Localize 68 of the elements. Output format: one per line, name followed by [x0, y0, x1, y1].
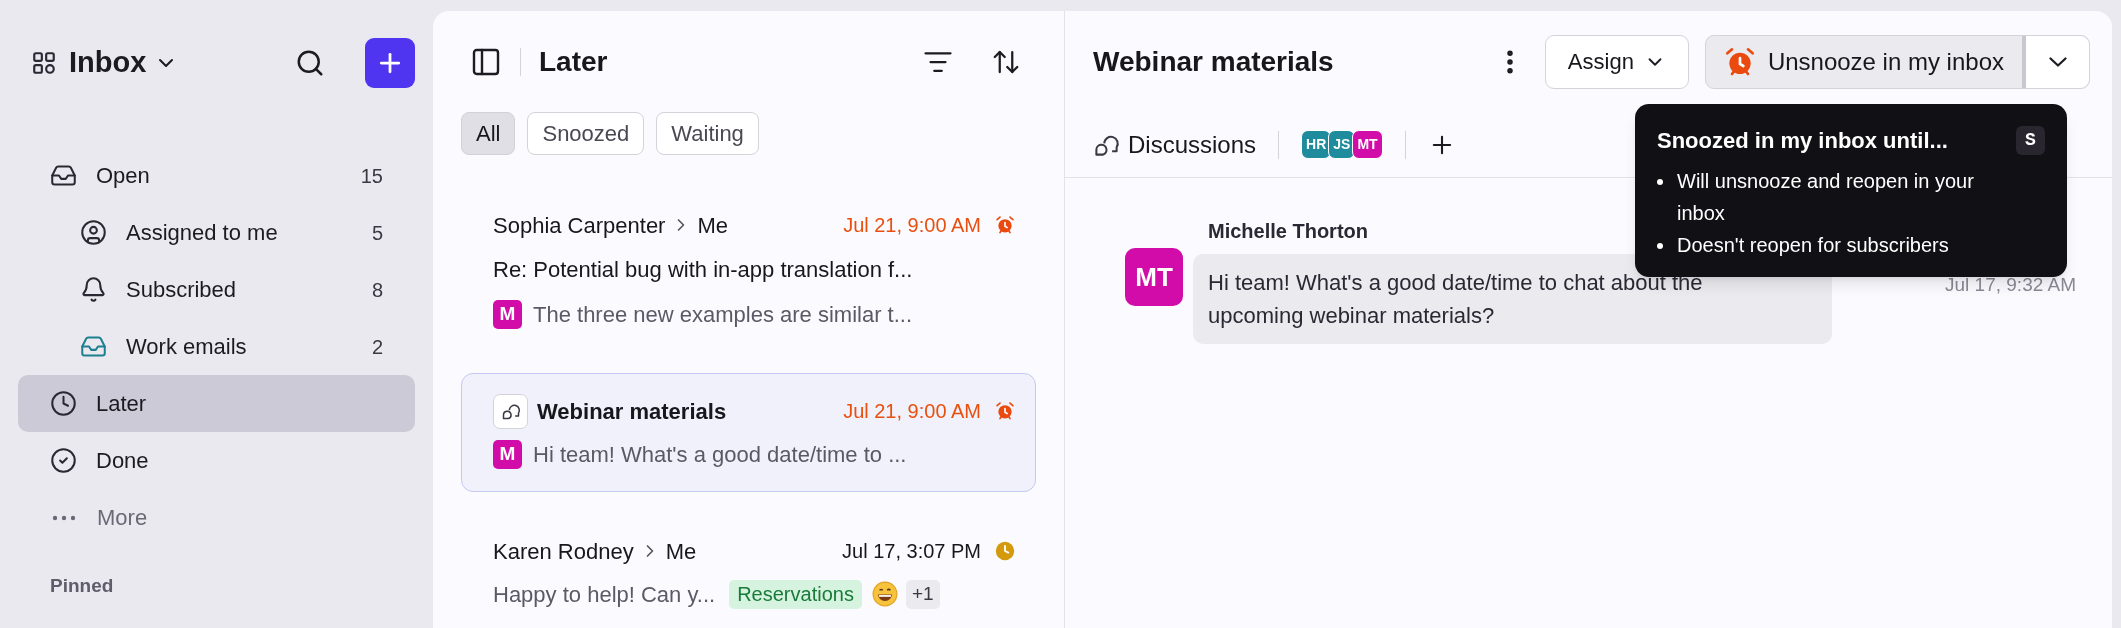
- message-preview: Happy to help! Can y...: [493, 580, 716, 609]
- ellipsis-icon: [52, 514, 76, 521]
- item-count: 8: [371, 277, 383, 303]
- filter-chip[interactable]: Snoozed: [527, 112, 645, 155]
- chevron-down-icon: [2048, 56, 2067, 67]
- inbox-title[interactable]: Inbox: [69, 41, 147, 85]
- section-heading: Pinned: [49, 574, 114, 598]
- check-circle-icon: [50, 447, 77, 474]
- sidebar-item[interactable]: Open 15: [18, 147, 415, 204]
- discussion-icon: [493, 393, 528, 429]
- recipient-name: Me: [665, 537, 697, 566]
- sidebar-item-label: Done: [96, 447, 149, 475]
- conversation-time: Jul 21, 9:00 AM: [843, 399, 981, 424]
- panel-title: Later: [539, 44, 608, 79]
- sidebar-item-label: Subscribed: [126, 276, 237, 304]
- inbox-icon: [80, 333, 107, 360]
- inbox-icon: [50, 162, 77, 189]
- filter-chip[interactable]: All: [461, 112, 516, 155]
- conversation-title: Webinar materials: [537, 397, 727, 426]
- message-preview: Hi team! What's a good date/time to ...: [533, 440, 907, 469]
- participant-avatar[interactable]: HR: [1301, 130, 1332, 159]
- participant-avatar[interactable]: JS: [1328, 130, 1356, 159]
- sidebar-item[interactable]: Work emails 2: [18, 318, 415, 375]
- item-count: 15: [360, 163, 383, 189]
- sidebar-item[interactable]: Later: [18, 375, 415, 432]
- sidebar-item-label: Open: [96, 162, 150, 190]
- sidebar-item-label: Assigned to me: [126, 219, 278, 247]
- message-time: Jul 17, 9:32 AM: [1945, 273, 2076, 297]
- author-avatar: MT: [1125, 248, 1183, 306]
- conversation-item[interactable]: Karen Rodney Me Jul 17, 3:07 PM Happy to help! Can y... Reservations +1: [461, 506, 1036, 628]
- apps-grid-icon: [31, 50, 57, 76]
- sidebar-item[interactable]: Done: [18, 432, 415, 489]
- item-count: 5: [371, 220, 383, 246]
- more-count: +1: [905, 579, 940, 609]
- assign-button[interactable]: Assign: [1544, 34, 1689, 89]
- conversation-subject: Re: Potential bug with in-app translation f...: [493, 256, 914, 284]
- tooltip-text: Will unsnooze and reopen in your inbox: [1677, 169, 1975, 226]
- tooltip-title: Snoozed in my inbox until...: [1657, 127, 1948, 155]
- conversation-item[interactable]: Webinar materials Jul 21, 9:00 AM M Hi team! What's a good date/time to ...: [461, 373, 1036, 492]
- sender-name: Sophia Carpenter: [493, 211, 666, 240]
- sidebar-item[interactable]: Assigned to me 5: [18, 204, 415, 261]
- filter-chip[interactable]: Waiting: [656, 112, 759, 155]
- author-badge: M: [493, 439, 522, 469]
- bell-icon: [80, 276, 107, 303]
- sidebar-item[interactable]: Subscribed 8: [18, 261, 415, 318]
- conversation-title: Webinar materials: [1093, 44, 1334, 79]
- tag: Reservations: [729, 579, 862, 609]
- alarm-clock-icon: [1723, 45, 1756, 78]
- author-name: Michelle Thorton: [1208, 219, 1368, 244]
- search-icon[interactable]: [295, 48, 325, 78]
- author-badge: M: [493, 299, 522, 329]
- item-count: 2: [371, 334, 383, 360]
- compose-button[interactable]: [365, 38, 415, 88]
- participant-avatar[interactable]: MT: [1352, 130, 1383, 159]
- sidebar-item-label: Work emails: [126, 333, 247, 361]
- conversation-time: Jul 17, 3:07 PM: [842, 539, 981, 564]
- message-preview: The three new examples are similar t...: [533, 300, 913, 329]
- sender-name: Karen Rodney: [493, 537, 634, 566]
- recipient-name: Me: [697, 211, 728, 240]
- grinning-face-icon: [871, 581, 898, 607]
- clock-icon: [50, 390, 77, 417]
- discussions-tab[interactable]: Discussions: [1093, 126, 1257, 163]
- conversation-item[interactable]: Sophia Carpenter Me Jul 21, 9:00 AM Re: Potential bug with in-app translation f... M The three new examples are similar t...: [461, 180, 1036, 359]
- conversation-time: Jul 21, 9:00 AM: [843, 213, 981, 238]
- more-item[interactable]: More: [18, 489, 415, 546]
- user-circle-icon: [80, 219, 107, 246]
- shortcut-key: S: [2016, 126, 2045, 155]
- sidebar-item-label: Later: [96, 390, 147, 418]
